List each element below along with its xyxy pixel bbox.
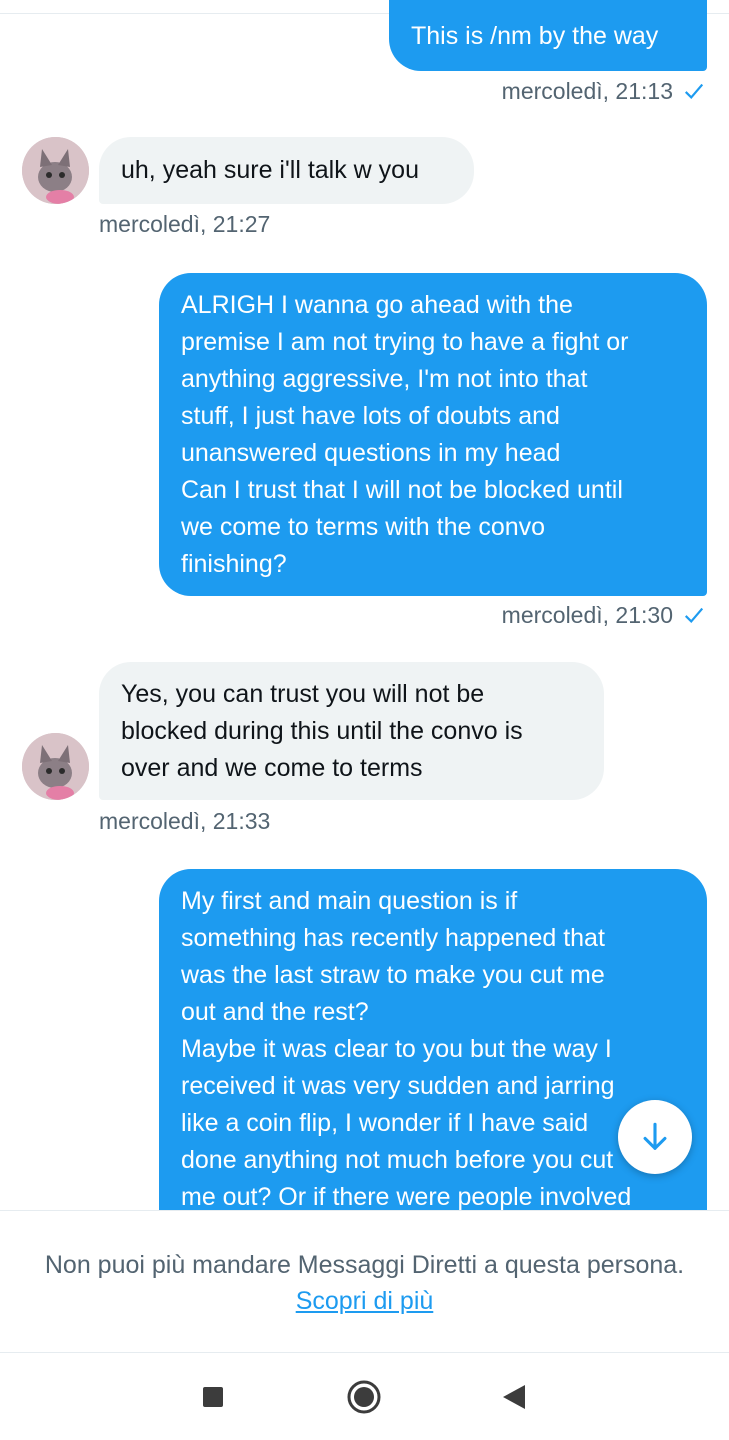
message-meta: mercoledì, 21:13 xyxy=(502,76,705,106)
cat-avatar-icon xyxy=(22,733,89,800)
message-timestamp: mercoledì, 21:33 xyxy=(99,808,271,834)
arrow-down-icon xyxy=(643,1122,667,1150)
learn-more-link[interactable]: Scopri di più xyxy=(0,1285,729,1317)
recents-button[interactable] xyxy=(191,1375,235,1419)
message-bubble-outgoing[interactable]: This is /nm by the way xyxy=(389,0,707,71)
home-button[interactable] xyxy=(342,1375,386,1419)
checkmark-icon xyxy=(684,607,704,624)
cat-avatar-icon xyxy=(22,137,89,204)
message-bubble-incoming[interactable]: Yes, you can trust you will not be block… xyxy=(99,662,604,800)
message-timestamp: mercoledì, 21:13 xyxy=(501,78,673,104)
scroll-to-bottom-button[interactable] xyxy=(618,1100,692,1174)
message-timestamp: mercoledì, 21:27 xyxy=(99,211,271,237)
checkmark-icon xyxy=(684,83,704,100)
system-navigation-bar xyxy=(0,1352,729,1440)
message-timestamp: mercoledì, 21:30 xyxy=(501,602,673,628)
square-icon xyxy=(203,1387,223,1407)
message-bubble-outgoing[interactable]: ALRIGH I wanna go ahead with the premise… xyxy=(159,273,707,596)
avatar[interactable] xyxy=(22,733,89,800)
notice-text: Non puoi più mandare Messaggi Diretti a … xyxy=(44,1251,685,1279)
conversation-thread[interactable]: This is /nm by the way mercoledì, 21:13 … xyxy=(0,0,729,1210)
dm-disabled-notice: Non puoi più mandare Messaggi Diretti a … xyxy=(0,1210,729,1352)
message-bubble-incoming[interactable]: uh, yeah sure i'll talk w you xyxy=(99,137,474,204)
message-meta: mercoledì, 21:30 xyxy=(502,600,705,630)
triangle-back-icon xyxy=(503,1385,525,1409)
avatar[interactable] xyxy=(22,137,89,204)
back-button[interactable] xyxy=(492,1375,536,1419)
circle-icon xyxy=(347,1380,381,1414)
